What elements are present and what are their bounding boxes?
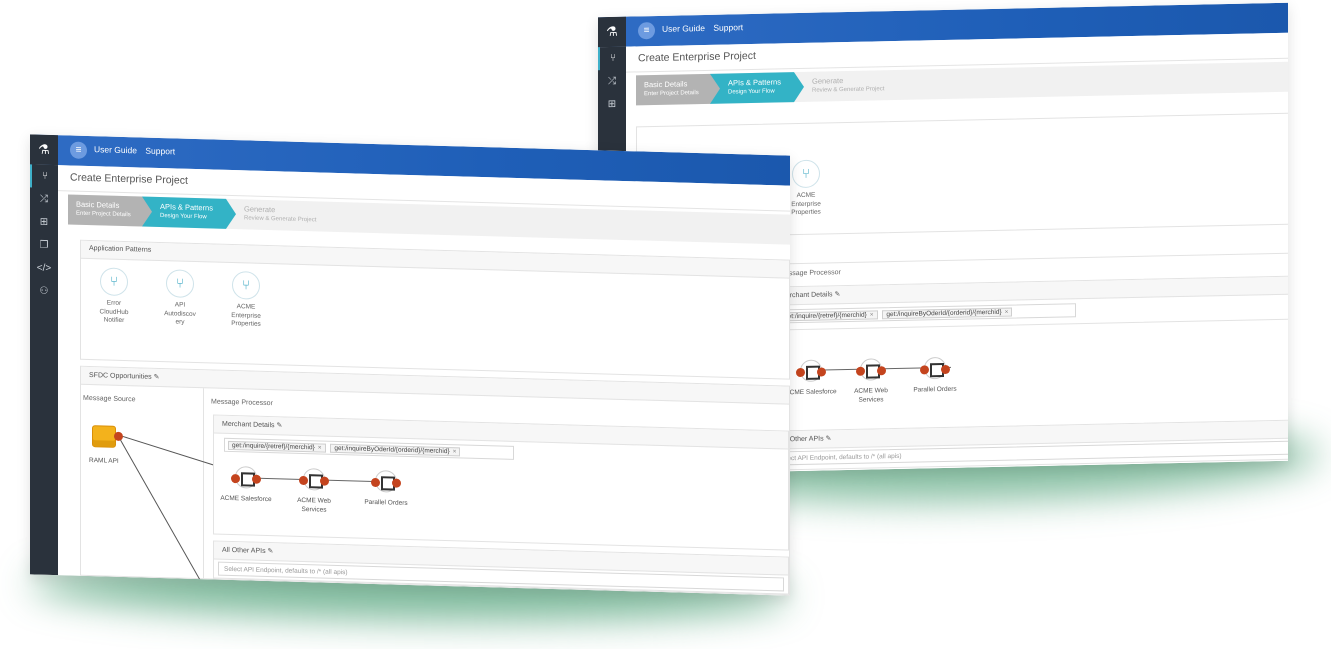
message-processor-label: Message Processor: [211, 398, 273, 408]
endpoint-chip: get:/inquireByOderId/{orderid}/{merchid}…: [882, 307, 1013, 320]
front-screen: ⚗ ≡ User Guide Support ⑂ ⤮ ⊞ ❐ </> ⚇ Cre…: [30, 134, 790, 596]
menu-icon[interactable]: ≡: [70, 141, 87, 159]
node-acme-salesforce[interactable]: ACME Salesforce: [783, 359, 839, 397]
step-apis-patterns[interactable]: APIs & Patterns Design Your Flow: [710, 72, 794, 104]
chip-icon: [231, 466, 261, 489]
pattern-acme-enterprise-properties[interactable]: ⑂ ACME Enterprise Properties: [785, 159, 827, 217]
code-icon[interactable]: </>: [30, 256, 58, 280]
message-source-label: Message Source: [83, 394, 136, 404]
sitemap-icon[interactable]: ⊞: [598, 93, 626, 117]
step-generate[interactable]: Generate Review & Generate Project: [226, 199, 336, 232]
node-acme-web-services[interactable]: ACME Web Services: [843, 358, 899, 405]
cube-icon: [91, 425, 116, 448]
chip-icon: [796, 359, 826, 382]
merchant-details-panel: Merchant Details ✎ get:/inquire/{retref}…: [213, 414, 789, 551]
chip-icon: [920, 356, 950, 380]
user-plus-icon[interactable]: ⚇: [30, 279, 58, 303]
main-content: Create Enterprise Project Basic Details E…: [58, 165, 790, 596]
user-guide-link[interactable]: User Guide: [662, 23, 705, 34]
node-acme-salesforce[interactable]: ACME Salesforce: [218, 466, 274, 505]
chip-icon: [299, 468, 329, 491]
flask-icon[interactable]: ⚗: [598, 16, 626, 48]
endpoint-chips[interactable]: get:/inquire/{retref}/{merchid} × get:/in…: [776, 303, 1076, 324]
pattern-api-autodiscovery[interactable]: ⑂ API Autodiscov ery: [159, 269, 201, 328]
git-icon[interactable]: ⑂: [30, 164, 58, 189]
pattern-icon: ⑂: [232, 271, 260, 300]
user-guide-link[interactable]: User Guide: [94, 144, 137, 155]
source-wire: [120, 439, 201, 582]
pattern-icon: ⑂: [100, 267, 128, 297]
column-divider: [203, 388, 204, 579]
merchant-details-heading: Merchant Details ✎: [772, 276, 1288, 306]
merchant-details-panel: Merchant Details ✎ get:/inquire/{retref}…: [771, 275, 1288, 331]
flow-panel: SFDC Opportunities ✎ Message Source Mess…: [80, 365, 790, 596]
close-icon[interactable]: ×: [1005, 309, 1009, 316]
step-apis-patterns[interactable]: APIs & Patterns Design Your Flow: [142, 196, 226, 229]
pattern-error-cloudhub-notifier[interactable]: ⑂ Error CloudHub Notifier: [93, 267, 135, 326]
copy-icon[interactable]: ❐: [30, 233, 58, 257]
git-icon[interactable]: ⑂: [598, 46, 626, 71]
pattern-icon: ⑂: [792, 159, 820, 189]
raml-api-source[interactable]: RAML API: [89, 425, 123, 465]
support-link[interactable]: Support: [713, 22, 743, 33]
menu-icon[interactable]: ≡: [638, 22, 655, 40]
support-link[interactable]: Support: [145, 146, 175, 157]
pattern-icon: ⑂: [166, 269, 194, 298]
pattern-acme-enterprise-properties[interactable]: ⑂ ACME Enterprise Properties: [225, 271, 267, 330]
shuffle-icon[interactable]: ⤮: [598, 70, 626, 94]
marketing-composite: ⚗ ≡ User Guide Support ⑂ ⤮ ⊞ Create Ente…: [0, 0, 1331, 649]
close-icon[interactable]: ×: [318, 444, 322, 451]
close-icon[interactable]: ×: [453, 448, 457, 455]
chip-icon: [371, 470, 401, 493]
step-basic-details[interactable]: Basic Details Enter Project Details: [636, 73, 710, 106]
node-parallel-orders[interactable]: Parallel Orders: [907, 356, 963, 395]
endpoint-chip: get:/inquire/{retref}/{merchid} ×: [780, 310, 878, 322]
step-generate[interactable]: Generate Review & Generate Project: [794, 70, 904, 102]
chip-icon: [856, 358, 886, 381]
close-icon[interactable]: ×: [870, 311, 874, 318]
patterns-panel: Application Patterns ⑂ Error CloudHub No…: [80, 239, 790, 380]
side-nav: ⑂ ⤮ ⊞ ❐ </> ⚇: [30, 164, 58, 576]
shuffle-icon[interactable]: ⤮: [30, 187, 58, 211]
node-parallel-orders[interactable]: Parallel Orders: [358, 470, 414, 509]
endpoint-chips[interactable]: get:/inquire/{retref}/{merchid} × get:/in…: [224, 437, 514, 460]
endpoint-chip: get:/inquireByOderId/{orderid}/{merchid}…: [330, 443, 461, 457]
endpoint-chip: get:/inquire/{retref}/{merchid} ×: [228, 440, 326, 453]
node-acme-web-services[interactable]: ACME Web Services: [286, 468, 342, 516]
message-processor-panel: Message Processor Merchant Details ✎ get…: [771, 252, 1288, 476]
step-basic-details[interactable]: Basic Details Enter Project Details: [68, 194, 142, 227]
sitemap-icon[interactable]: ⊞: [30, 210, 58, 234]
flask-icon[interactable]: ⚗: [30, 134, 58, 166]
